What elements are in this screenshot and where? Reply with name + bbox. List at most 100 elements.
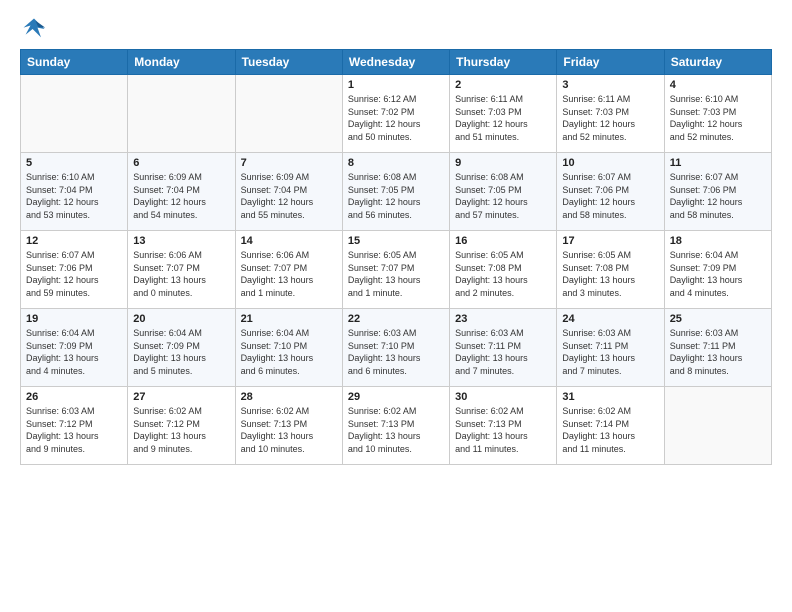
day-info: Sunrise: 6:10 AM Sunset: 7:03 PM Dayligh… bbox=[670, 93, 766, 143]
calendar-cell: 26 Sunrise: 6:03 AM Sunset: 7:12 PM Dayli… bbox=[21, 387, 128, 465]
day-header-sunday: Sunday bbox=[21, 50, 128, 75]
day-number: 10 bbox=[562, 157, 658, 169]
calendar-cell bbox=[21, 75, 128, 153]
calendar-week-5: 26 Sunrise: 6:03 AM Sunset: 7:12 PM Dayli… bbox=[21, 387, 772, 465]
day-info: Sunrise: 6:02 AM Sunset: 7:13 PM Dayligh… bbox=[455, 405, 551, 455]
day-info: Sunrise: 6:11 AM Sunset: 7:03 PM Dayligh… bbox=[562, 93, 658, 143]
calendar-cell: 3Sunrise: 6:11 AM Sunset: 7:03 PM Daylig… bbox=[557, 75, 664, 153]
day-number: 20 bbox=[133, 313, 229, 325]
day-info: Sunrise: 6:03 AM Sunset: 7:10 PM Dayligh… bbox=[348, 327, 444, 377]
day-number: 31 bbox=[562, 391, 658, 403]
day-info: Sunrise: 6:07 AM Sunset: 7:06 PM Dayligh… bbox=[670, 171, 766, 221]
calendar-cell: 2 Sunrise: 6:11 AM Sunset: 7:03 PM Daylig… bbox=[450, 75, 557, 153]
calendar-cell: 19 Sunrise: 6:04 AM Sunset: 7:09 PM Dayli… bbox=[21, 309, 128, 387]
day-number: 8 bbox=[348, 157, 444, 169]
calendar-cell: 24 Sunrise: 6:03 AM Sunset: 7:11 PM Dayli… bbox=[557, 309, 664, 387]
day-info: Sunrise: 6:05 AM Sunset: 7:08 PM Dayligh… bbox=[562, 249, 658, 299]
day-info: Sunrise: 6:04 AM Sunset: 7:09 PM Dayligh… bbox=[26, 327, 122, 377]
calendar-cell bbox=[235, 75, 342, 153]
calendar-cell: 1 Sunrise: 6:12 AM Sunset: 7:02 PM Daylig… bbox=[342, 75, 449, 153]
calendar-cell: 13 Sunrise: 6:06 AM Sunset: 7:07 PM Dayli… bbox=[128, 231, 235, 309]
day-number: 13 bbox=[133, 235, 229, 247]
day-number: 1 bbox=[348, 79, 444, 91]
day-info: Sunrise: 6:02 AM Sunset: 7:12 PM Dayligh… bbox=[133, 405, 229, 455]
calendar-cell: 31 Sunrise: 6:02 AM Sunset: 7:14 PM Dayli… bbox=[557, 387, 664, 465]
day-number: 27 bbox=[133, 391, 229, 403]
day-info: Sunrise: 6:05 AM Sunset: 7:08 PM Dayligh… bbox=[455, 249, 551, 299]
calendar-cell: 29 Sunrise: 6:02 AM Sunset: 7:13 PM Dayli… bbox=[342, 387, 449, 465]
day-number: 15 bbox=[348, 235, 444, 247]
calendar-cell: 28 Sunrise: 6:02 AM Sunset: 7:13 PM Dayli… bbox=[235, 387, 342, 465]
day-number: 23 bbox=[455, 313, 551, 325]
day-info: Sunrise: 6:07 AM Sunset: 7:06 PM Dayligh… bbox=[562, 171, 658, 221]
day-info: Sunrise: 6:02 AM Sunset: 7:13 PM Dayligh… bbox=[348, 405, 444, 455]
day-number: 14 bbox=[241, 235, 337, 247]
logo bbox=[20, 15, 52, 43]
day-info: Sunrise: 6:07 AM Sunset: 7:06 PM Dayligh… bbox=[26, 249, 122, 299]
calendar-header-row: SundayMondayTuesdayWednesdayThursdayFrid… bbox=[21, 50, 772, 75]
day-number: 24 bbox=[562, 313, 658, 325]
calendar-cell: 4 Sunrise: 6:10 AM Sunset: 7:03 PM Daylig… bbox=[664, 75, 771, 153]
calendar-cell: 11Sunrise: 6:07 AM Sunset: 7:06 PM Dayli… bbox=[664, 153, 771, 231]
day-number: 26 bbox=[26, 391, 122, 403]
calendar-week-4: 19 Sunrise: 6:04 AM Sunset: 7:09 PM Dayli… bbox=[21, 309, 772, 387]
header bbox=[20, 15, 772, 43]
day-info: Sunrise: 6:09 AM Sunset: 7:04 PM Dayligh… bbox=[241, 171, 337, 221]
day-header-tuesday: Tuesday bbox=[235, 50, 342, 75]
day-number: 21 bbox=[241, 313, 337, 325]
day-number: 4 bbox=[670, 79, 766, 91]
day-number: 5 bbox=[26, 157, 122, 169]
day-header-thursday: Thursday bbox=[450, 50, 557, 75]
calendar-cell: 6 Sunrise: 6:09 AM Sunset: 7:04 PM Daylig… bbox=[128, 153, 235, 231]
day-number: 25 bbox=[670, 313, 766, 325]
day-number: 30 bbox=[455, 391, 551, 403]
calendar-cell: 22 Sunrise: 6:03 AM Sunset: 7:10 PM Dayli… bbox=[342, 309, 449, 387]
day-header-monday: Monday bbox=[128, 50, 235, 75]
day-number: 22 bbox=[348, 313, 444, 325]
calendar-cell: 12Sunrise: 6:07 AM Sunset: 7:06 PM Dayli… bbox=[21, 231, 128, 309]
calendar-cell: 27 Sunrise: 6:02 AM Sunset: 7:12 PM Dayli… bbox=[128, 387, 235, 465]
day-number: 29 bbox=[348, 391, 444, 403]
day-info: Sunrise: 6:03 AM Sunset: 7:12 PM Dayligh… bbox=[26, 405, 122, 455]
calendar-cell: 9 Sunrise: 6:08 AM Sunset: 7:05 PM Daylig… bbox=[450, 153, 557, 231]
day-info: Sunrise: 6:02 AM Sunset: 7:13 PM Dayligh… bbox=[241, 405, 337, 455]
calendar-cell: 21Sunrise: 6:04 AM Sunset: 7:10 PM Dayli… bbox=[235, 309, 342, 387]
day-info: Sunrise: 6:04 AM Sunset: 7:09 PM Dayligh… bbox=[670, 249, 766, 299]
day-info: Sunrise: 6:03 AM Sunset: 7:11 PM Dayligh… bbox=[562, 327, 658, 377]
calendar-cell bbox=[128, 75, 235, 153]
day-number: 9 bbox=[455, 157, 551, 169]
day-info: Sunrise: 6:03 AM Sunset: 7:11 PM Dayligh… bbox=[455, 327, 551, 377]
calendar-cell: 8 Sunrise: 6:08 AM Sunset: 7:05 PM Daylig… bbox=[342, 153, 449, 231]
day-number: 6 bbox=[133, 157, 229, 169]
calendar-week-1: 1 Sunrise: 6:12 AM Sunset: 7:02 PM Daylig… bbox=[21, 75, 772, 153]
day-info: Sunrise: 6:12 AM Sunset: 7:02 PM Dayligh… bbox=[348, 93, 444, 143]
day-info: Sunrise: 6:08 AM Sunset: 7:05 PM Dayligh… bbox=[455, 171, 551, 221]
logo-icon bbox=[20, 15, 48, 43]
day-number: 2 bbox=[455, 79, 551, 91]
calendar-cell: 7 Sunrise: 6:09 AM Sunset: 7:04 PM Daylig… bbox=[235, 153, 342, 231]
day-info: Sunrise: 6:08 AM Sunset: 7:05 PM Dayligh… bbox=[348, 171, 444, 221]
day-number: 7 bbox=[241, 157, 337, 169]
calendar: SundayMondayTuesdayWednesdayThursdayFrid… bbox=[20, 49, 772, 465]
calendar-cell bbox=[664, 387, 771, 465]
calendar-cell: 5 Sunrise: 6:10 AM Sunset: 7:04 PM Daylig… bbox=[21, 153, 128, 231]
calendar-week-3: 12Sunrise: 6:07 AM Sunset: 7:06 PM Dayli… bbox=[21, 231, 772, 309]
day-info: Sunrise: 6:05 AM Sunset: 7:07 PM Dayligh… bbox=[348, 249, 444, 299]
calendar-cell: 10 Sunrise: 6:07 AM Sunset: 7:06 PM Dayli… bbox=[557, 153, 664, 231]
day-info: Sunrise: 6:11 AM Sunset: 7:03 PM Dayligh… bbox=[455, 93, 551, 143]
calendar-cell: 14Sunrise: 6:06 AM Sunset: 7:07 PM Dayli… bbox=[235, 231, 342, 309]
day-info: Sunrise: 6:06 AM Sunset: 7:07 PM Dayligh… bbox=[133, 249, 229, 299]
calendar-week-2: 5 Sunrise: 6:10 AM Sunset: 7:04 PM Daylig… bbox=[21, 153, 772, 231]
day-info: Sunrise: 6:02 AM Sunset: 7:14 PM Dayligh… bbox=[562, 405, 658, 455]
day-info: Sunrise: 6:04 AM Sunset: 7:09 PM Dayligh… bbox=[133, 327, 229, 377]
day-number: 18 bbox=[670, 235, 766, 247]
day-info: Sunrise: 6:10 AM Sunset: 7:04 PM Dayligh… bbox=[26, 171, 122, 221]
day-number: 19 bbox=[26, 313, 122, 325]
day-number: 17 bbox=[562, 235, 658, 247]
page: SundayMondayTuesdayWednesdayThursdayFrid… bbox=[0, 0, 792, 475]
day-header-saturday: Saturday bbox=[664, 50, 771, 75]
calendar-cell: 18 Sunrise: 6:04 AM Sunset: 7:09 PM Dayli… bbox=[664, 231, 771, 309]
day-number: 28 bbox=[241, 391, 337, 403]
day-info: Sunrise: 6:09 AM Sunset: 7:04 PM Dayligh… bbox=[133, 171, 229, 221]
day-number: 16 bbox=[455, 235, 551, 247]
